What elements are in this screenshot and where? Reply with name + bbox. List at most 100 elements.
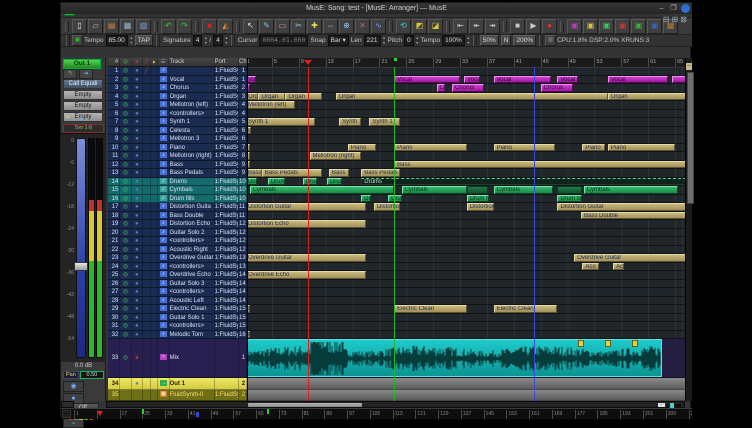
toolbar-grip[interactable] bbox=[65, 21, 69, 32]
record-indicator[interactable]: ● bbox=[132, 237, 143, 245]
solo-indicator[interactable] bbox=[151, 203, 159, 211]
track-row-1[interactable]: 1◎●╱♪1:FluidSy1 bbox=[108, 67, 247, 76]
canvas-lane-19[interactable]: Distortion Echo bbox=[248, 220, 685, 229]
mute-indicator[interactable] bbox=[143, 127, 151, 135]
toolbar-grip[interactable] bbox=[473, 35, 477, 46]
track-row-3[interactable]: 3◎●♪Chorus1:FluidSy2 bbox=[108, 84, 247, 93]
mute-indicator[interactable] bbox=[143, 195, 151, 203]
canvas-lane-21[interactable] bbox=[248, 237, 685, 246]
solo-indicator[interactable] bbox=[151, 271, 159, 279]
tempo-scale-spinner[interactable]: ▴▾ bbox=[466, 36, 471, 45]
part[interactable]: Synth 1 bbox=[339, 118, 361, 126]
canvas-lane-10[interactable]: PianoPianoPianoPianoPiano bbox=[248, 144, 685, 153]
toolbar-grip[interactable] bbox=[231, 35, 235, 46]
track-port[interactable]: 1:FluidSy bbox=[215, 246, 239, 254]
canvas-lane-1[interactable] bbox=[248, 67, 685, 76]
track-port[interactable]: 1:FluidSy bbox=[215, 127, 240, 135]
canvas-lane-22[interactable] bbox=[248, 246, 685, 255]
signature-den-spinner[interactable]: ▴▾ bbox=[224, 36, 229, 45]
track-channel[interactable]: 12 bbox=[239, 229, 247, 237]
record-indicator[interactable]: ● bbox=[132, 339, 143, 377]
song-overview-ruler[interactable]: 1917253341495765738189971051131211291371… bbox=[61, 408, 692, 419]
stereo-link-icon[interactable]: ∞ bbox=[65, 114, 70, 122]
solo-indicator[interactable] bbox=[151, 76, 159, 84]
toolbar-grip[interactable] bbox=[154, 21, 158, 32]
track-port[interactable]: 1:FluidSy bbox=[215, 93, 240, 101]
arm-indicator[interactable]: ◎ bbox=[120, 297, 131, 305]
hscroll-thumb[interactable] bbox=[248, 403, 362, 407]
track-channel[interactable]: 14 bbox=[239, 288, 247, 296]
part[interactable]: Chorus bbox=[541, 84, 573, 92]
solo-indicator[interactable] bbox=[151, 280, 159, 288]
arm-indicator[interactable]: ◎ bbox=[120, 110, 131, 118]
mute-indicator[interactable] bbox=[143, 118, 151, 126]
record-indicator[interactable]: ● bbox=[132, 229, 143, 237]
solo-indicator[interactable] bbox=[151, 144, 159, 152]
track-row-15[interactable]: 15◎●♫Cymbals1:FluidSy10 bbox=[108, 186, 247, 195]
zoom-out-button[interactable]: 50% bbox=[480, 35, 499, 46]
mute-indicator[interactable] bbox=[143, 203, 151, 211]
solo-indicator[interactable] bbox=[151, 212, 159, 220]
track-row-5[interactable]: 5◎●♪Mellotron (left)1:FluidSy4 bbox=[108, 101, 247, 110]
record-indicator[interactable]: ● bbox=[132, 101, 143, 109]
part[interactable]: Cymbals bbox=[494, 186, 553, 194]
part[interactable]: Electric Clean bbox=[494, 305, 558, 313]
mdi-button-1[interactable]: ⊞ bbox=[672, 15, 679, 24]
audio-marker[interactable] bbox=[632, 340, 638, 347]
canvas-lane-31[interactable] bbox=[248, 322, 685, 331]
arm-indicator[interactable]: ◎ bbox=[120, 339, 131, 377]
arm-indicator[interactable]: ◎ bbox=[120, 331, 131, 339]
marker-window-icon[interactable]: ▣ bbox=[599, 19, 614, 34]
track-row-9[interactable]: 9◎●♪Mellotron 31:FluidSy6 bbox=[108, 135, 247, 144]
mag-thumb[interactable] bbox=[670, 403, 674, 408]
part[interactable]: Bass bbox=[248, 169, 262, 177]
track-port[interactable]: 1:FluidSy bbox=[215, 161, 240, 169]
record-indicator[interactable]: ● bbox=[132, 280, 143, 288]
record-indicator[interactable]: ● bbox=[132, 110, 143, 118]
zoom-tool-icon[interactable]: ⊕ bbox=[339, 19, 354, 34]
bigtime-window-icon[interactable]: ▣ bbox=[583, 19, 598, 34]
track-row-32[interactable]: 32◎●♪Melodic Tom1:FluidSy16 bbox=[108, 331, 247, 340]
record-indicator[interactable]: ● bbox=[132, 254, 143, 262]
canvas-lane-12[interactable]: Bass bbox=[248, 161, 685, 170]
part-lanes[interactable]: VoVocalVocalVocalVocalVocal C Chorus Chorus… bbox=[248, 67, 685, 401]
cliplist-window-icon[interactable]: ▣ bbox=[631, 19, 646, 34]
track-row-34[interactable]: 34●→Out 12 bbox=[108, 378, 247, 390]
rack-slot-3[interactable]: Empty bbox=[63, 101, 103, 111]
save-as-icon[interactable]: ▧ bbox=[136, 19, 151, 34]
track-channel[interactable]: 11 bbox=[239, 203, 247, 211]
track-channel[interactable]: 13 bbox=[239, 254, 247, 262]
track-row-26[interactable]: 26◎●♪Guitar Solo 31:FluidSy14 bbox=[108, 280, 247, 289]
horizontal-scrollbar[interactable]: − bbox=[106, 401, 685, 408]
toolbar-grip[interactable] bbox=[389, 21, 393, 32]
arm-indicator[interactable]: ◎ bbox=[120, 144, 131, 152]
part[interactable]: Chorus bbox=[452, 84, 484, 92]
rack-slot-1[interactable]: Call Equali bbox=[63, 79, 103, 89]
record-indicator[interactable]: ● bbox=[132, 220, 143, 228]
track-row-28[interactable]: 28◎●♪Acoustic Left1:FluidSy14 bbox=[108, 297, 247, 306]
track-channel[interactable]: 2 bbox=[239, 390, 247, 400]
part[interactable]: Bass bbox=[329, 169, 349, 177]
canvas-lane-11[interactable]: Mellotron (right) bbox=[248, 152, 685, 161]
track-row-14[interactable]: 14◎●♫Drums1:FluidSy10 bbox=[108, 178, 247, 187]
zoom-in-button[interactable]: 200% bbox=[513, 35, 536, 46]
track-row-24[interactable]: 24◎●♪<controllers>1:FluidSy13 bbox=[108, 263, 247, 272]
new-template-icon[interactable]: ▱ bbox=[88, 19, 103, 34]
track-port[interactable]: 1:FluidSy bbox=[215, 67, 240, 75]
canvas-lane-16[interactable]: DrDrumDrum fillsDrum fills bbox=[248, 195, 685, 204]
arm-indicator[interactable]: ◎ bbox=[120, 186, 131, 194]
record-indicator[interactable]: ● bbox=[132, 76, 143, 84]
part[interactable]: C bbox=[248, 127, 251, 135]
track-channel[interactable]: 6 bbox=[239, 135, 247, 143]
canvas-lane-28[interactable] bbox=[248, 297, 685, 306]
solo-indicator[interactable] bbox=[151, 263, 159, 271]
record-indicator[interactable]: ● bbox=[132, 118, 143, 126]
record-indicator[interactable]: ● bbox=[132, 263, 143, 271]
canvas-lane-2[interactable]: VoVocalVocalVocalVocalVocal bbox=[248, 76, 685, 85]
solo-indicator[interactable] bbox=[151, 229, 159, 237]
arm-indicator[interactable]: ◎ bbox=[120, 195, 131, 203]
mute-indicator[interactable] bbox=[143, 76, 151, 84]
track-row-31[interactable]: 31◎●♪<controllers>1:FluidSy15 bbox=[108, 322, 247, 331]
track-row-6[interactable]: 6◎●♪<controllers>1:FluidSy4 bbox=[108, 110, 247, 119]
track-port[interactable]: 1:FluidSy bbox=[215, 135, 240, 143]
